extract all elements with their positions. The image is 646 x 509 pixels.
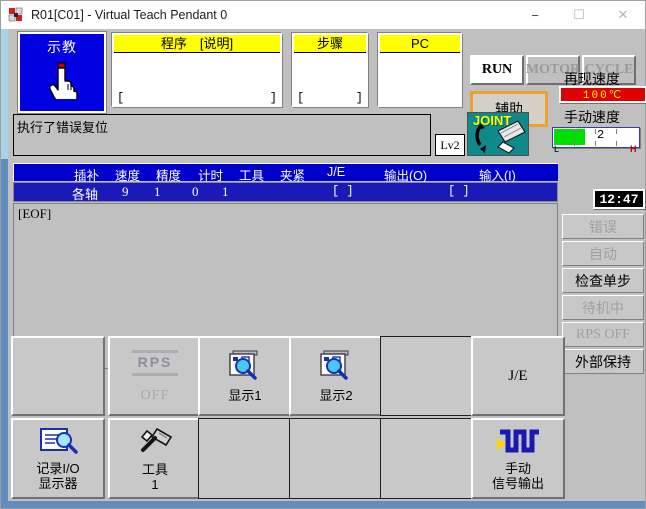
level-indicator: Lv2 [435, 134, 465, 156]
window-controls: − ☐ ✕ [513, 1, 645, 29]
function-column-6: J/E 手动 信号输出 [471, 336, 565, 499]
program-bracket-left: [ [117, 91, 125, 105]
status-auto[interactable]: 自动 [562, 241, 644, 266]
fkey-6-top[interactable]: J/E [471, 336, 565, 416]
function-column-1: 记录I/O 显示器 [11, 336, 105, 499]
monitor-search-icon [316, 348, 356, 386]
monitor-search-icon [225, 348, 265, 386]
function-column-4: 显示2 [289, 336, 383, 499]
joint-mode-indicator[interactable]: JOINT [467, 112, 529, 156]
fkey-5-top[interactable] [380, 336, 474, 416]
fkey-1-bottom-label: 记录I/O [36, 461, 80, 477]
function-column-3: 显示1 [198, 336, 292, 499]
close-button[interactable]: ✕ [601, 1, 645, 29]
step-bracket-right: ] [355, 91, 363, 105]
value-interp: 各轴 [72, 187, 99, 202]
manual-speed-gauge[interactable]: 2 [552, 127, 640, 148]
value-output: [ ] [332, 184, 354, 198]
rps-disabled-icon: RPS [132, 348, 178, 378]
code-line-eof: [EOF] [18, 206, 52, 221]
top-status-zone: 示教 程序 [说明] [ ] 步骤 [] PC RUN MOTOR CYCLE… [8, 29, 646, 127]
virtual-teach-pendant-window: R01[C01] - Virtual Teach Pendant 0 − ☐ ✕… [0, 0, 646, 509]
fkey-2-top[interactable]: RPS OFF [108, 336, 202, 416]
message-bar: 执行了错误复位 [13, 114, 431, 156]
pointing-hand-icon [45, 61, 79, 102]
pc-box-body [380, 53, 460, 105]
fkey-3-bottom[interactable] [198, 418, 292, 499]
pc-box-header: PC [380, 35, 460, 53]
step-box-body: [ ] [294, 53, 366, 105]
fkey-2-bottom-label: 工具 [141, 462, 168, 478]
manual-speed-low-label: L [554, 144, 560, 154]
step-box[interactable]: 步骤 [ ] [292, 33, 368, 107]
fkey-1-bottom[interactable]: 记录I/O 显示器 [11, 418, 105, 499]
step-bracket-left: [ [297, 91, 305, 105]
teach-mode-button[interactable]: 示教 [18, 32, 106, 113]
header-je: J/E [327, 165, 346, 179]
program-box[interactable]: 程序 [说明] [ ] [112, 33, 282, 107]
fkey-5-bottom[interactable] [380, 418, 474, 499]
step-box-brackets: [ ] [297, 91, 363, 105]
parameter-header-row: 插补 速度 精度 计时 工具 夹紧 J/E 输出(O) 输入(I) [13, 163, 558, 183]
value-accuracy: 1 [154, 184, 161, 199]
value-input: [ ] [448, 184, 470, 198]
manual-speed-label: 手动速度 [564, 109, 620, 125]
fkey-2-top-sub: OFF [140, 388, 170, 403]
fkey-6-top-label: J/E [508, 367, 528, 384]
fkey-3-top[interactable]: 显示1 [198, 336, 292, 416]
fkey-4-top[interactable]: 显示2 [289, 336, 383, 416]
program-box-brackets: [ ] [117, 91, 277, 105]
value-timer: 0 [192, 184, 199, 199]
value-speed: 9 [122, 184, 129, 199]
clock-display: 12:47 [593, 189, 645, 209]
title-bar: R01[C01] - Virtual Teach Pendant 0 − ☐ ✕ [1, 1, 645, 30]
status-check-step[interactable]: 检查单步 [562, 268, 644, 293]
fkey-2-bottom-label2: 1 [151, 476, 159, 492]
fkey-4-bottom[interactable] [289, 418, 383, 499]
function-column-2: RPS OFF 工具 1 [108, 336, 202, 499]
run-indicator[interactable]: RUN [470, 55, 524, 85]
tool-icon [133, 425, 177, 461]
fkey-1-bottom-label2: 显示器 [38, 475, 78, 491]
program-box-body: [ ] [114, 53, 280, 105]
teach-mode-label: 示教 [47, 39, 77, 55]
manual-speed-value: 2 [597, 128, 605, 142]
signal-output-icon [494, 426, 542, 460]
fkey-3-top-label: 显示1 [228, 388, 262, 403]
fkey-6-bottom[interactable]: 手动 信号输出 [471, 418, 565, 499]
function-column-5 [380, 336, 474, 499]
value-tool: 1 [222, 184, 229, 199]
program-bracket-right: ] [269, 91, 277, 105]
fkey-4-top-label: 显示2 [319, 388, 353, 403]
fkey-1-top[interactable] [11, 336, 105, 416]
fkey-6-bottom-label: 手动 [504, 461, 531, 477]
document-search-icon [36, 426, 80, 460]
manual-speed-fill [554, 129, 585, 145]
status-error[interactable]: 错误 [562, 214, 644, 239]
minimize-button[interactable]: − [513, 1, 557, 29]
function-key-zone: 记录I/O 显示器 RPS OFF 工具 1 显示1 显示2 J/E 手动 信号… [8, 336, 645, 501]
fkey-2-top-label: RPS [137, 354, 173, 371]
parameter-data-row[interactable]: 各轴 9 1 0 1 [ ] [ ] [13, 182, 558, 202]
fkey-2-bottom[interactable]: 工具 1 [108, 418, 202, 499]
left-rail-light [1, 29, 8, 159]
step-box-header: 步骤 [294, 35, 366, 53]
robot-app-icon [7, 6, 25, 24]
playback-speed-value: 100℃ [559, 86, 646, 103]
maximize-button[interactable]: ☐ [557, 1, 601, 29]
status-standby[interactable]: 待机中 [562, 295, 644, 320]
pendant-client-area: 示教 程序 [说明] [ ] 步骤 [] PC RUN MOTOR CYCLE… [1, 29, 646, 508]
program-box-header: 程序 [说明] [114, 35, 280, 53]
joint-label: JOINT [473, 113, 512, 128]
manual-speed-high-label: H [630, 144, 637, 154]
fkey-6-bottom-label2: 信号输出 [491, 475, 544, 491]
bottom-rail [1, 501, 645, 508]
window-title: R01[C01] - Virtual Teach Pendant 0 [31, 8, 228, 22]
pc-box[interactable]: PC [378, 33, 462, 107]
